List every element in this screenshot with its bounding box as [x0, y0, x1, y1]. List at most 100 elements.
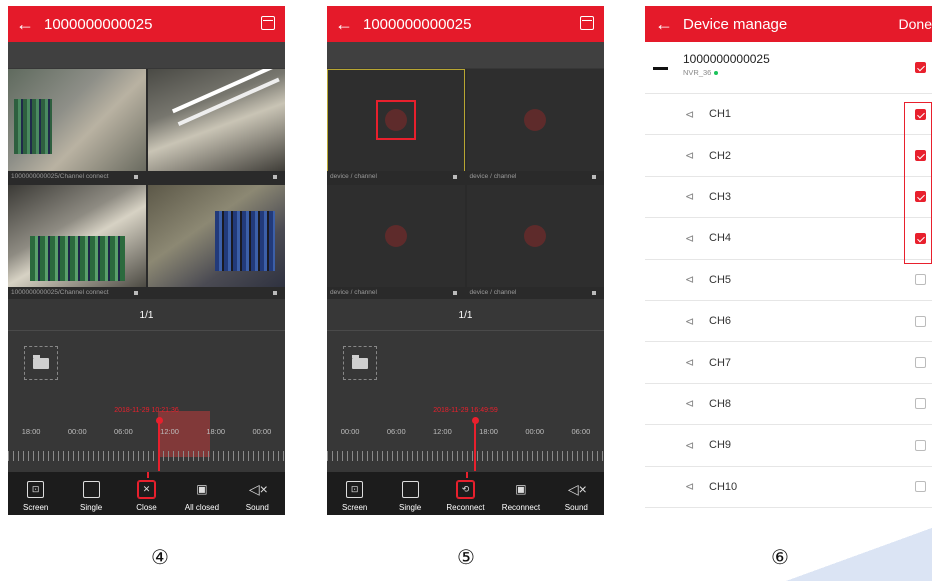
- calendar-icon[interactable]: [261, 16, 275, 30]
- tool-label: Sound: [245, 503, 269, 512]
- screen-button[interactable]: ⊡ Screen: [8, 472, 63, 515]
- status-dot-icon: [592, 175, 596, 179]
- video-cell-3[interactable]: device / channel: [327, 185, 465, 299]
- camera-feed-image: [147, 69, 285, 171]
- channel-checkbox[interactable]: [915, 439, 926, 451]
- player-area: 1000000000025/Channel connect 1000000000…: [8, 42, 285, 515]
- device-row[interactable]: 1000000000025 NVR_36: [645, 42, 932, 94]
- device-checkbox[interactable]: [915, 62, 926, 73]
- reconnect-button[interactable]: ⟲ Reconnect: [438, 472, 493, 515]
- channel-row[interactable]: ⊲ CH2: [645, 135, 932, 177]
- tick-label: 06:00: [386, 427, 406, 436]
- channel-checkbox[interactable]: [915, 357, 926, 369]
- recording-thumbnail[interactable]: [24, 346, 58, 380]
- single-button[interactable]: Single: [382, 472, 437, 515]
- camera-icon: ⊲: [685, 108, 695, 121]
- playhead-marker[interactable]: [158, 421, 160, 471]
- tool-label: Reconnect: [446, 503, 485, 512]
- cell-label-text: device / channel: [469, 289, 517, 296]
- video-cell-3[interactable]: 1000000000025/Channel connect: [8, 185, 146, 299]
- video-cell-1[interactable]: 1000000000025/Channel connect: [8, 69, 146, 183]
- sound-mute-icon: ◁×: [248, 481, 268, 497]
- channel-list: ⊲ CH1 ⊲ CH2 ⊲ CH3 ⊲ CH4 ⊲ CH5 ⊲ CH6 ⊲ CH7 ⊲ CH8 ⊲ CH9 ⊲ CH1…: [645, 94, 932, 508]
- all-closed-icon: ▣: [196, 482, 208, 496]
- camera-icon: ⊲: [685, 274, 695, 287]
- timeline[interactable]: 2018-11-29 10:21:36 18:00 00:00 06:00 12…: [8, 397, 285, 472]
- channel-row[interactable]: ⊲ CH3: [645, 177, 932, 219]
- cell-label: device / channel: [327, 287, 465, 299]
- timeline-timestamp: 2018-11-29 10:21:36: [114, 407, 179, 414]
- tick-label: 06:00: [114, 427, 133, 436]
- tick-label: 18:00: [479, 427, 498, 436]
- tick-label: 00:00: [525, 427, 545, 436]
- channel-checkbox[interactable]: [915, 274, 926, 286]
- sound-button[interactable]: ◁× Sound: [549, 472, 604, 515]
- video-cell-4[interactable]: device / channel: [466, 185, 604, 299]
- channel-row[interactable]: ⊲ CH8: [645, 384, 932, 426]
- all-closed-button[interactable]: ▣ All closed: [174, 472, 229, 515]
- video-cell-4[interactable]: [147, 185, 285, 299]
- channel-checkbox[interactable]: [915, 481, 926, 493]
- timeline[interactable]: 2018-11-29 16:49:59 00:00 06:00 12:00 18…: [327, 397, 604, 472]
- reconnect-all-button[interactable]: ▣ Reconnect: [493, 472, 548, 515]
- tool-label: Single: [79, 503, 103, 512]
- channel-row[interactable]: ⊲ CH1: [645, 94, 932, 136]
- tick-label: 00:00: [252, 427, 272, 436]
- channel-row[interactable]: ⊲ CH4: [645, 218, 932, 260]
- top-bar: ← 1000000000025: [327, 6, 604, 42]
- channel-row[interactable]: ⊲ CH5: [645, 260, 932, 301]
- channel-checkbox[interactable]: [915, 315, 926, 327]
- back-arrow-icon[interactable]: ←: [335, 14, 353, 35]
- status-dot-icon: [273, 175, 277, 179]
- online-dot-icon: [714, 71, 719, 76]
- single-button[interactable]: Single: [63, 472, 118, 515]
- cell-label-text: 1000000000025/Channel connect: [11, 289, 109, 296]
- tick-label: 18:00: [206, 427, 226, 436]
- spacer-strip: [327, 42, 604, 68]
- video-cell-1[interactable]: device / channel: [327, 69, 465, 183]
- cell-label: device / channel: [466, 171, 604, 183]
- bottom-toolbar: ⊡ Screen Single ✕ Close ▣ All closed ◁× Soun…: [8, 472, 285, 515]
- tick-label: 06:00: [571, 427, 591, 436]
- status-dot-icon: [133, 291, 138, 295]
- top-bar: ← 1000000000025: [8, 6, 285, 42]
- calendar-icon[interactable]: [580, 16, 594, 30]
- video-cell-2[interactable]: device / channel: [466, 69, 604, 183]
- reconnect-all-icon: ▣: [515, 482, 527, 496]
- channel-row[interactable]: ⊲ CH7: [645, 342, 932, 384]
- cell-label: [147, 171, 285, 183]
- camera-feed-image: [147, 185, 285, 287]
- playhead-dot: [471, 417, 479, 424]
- tool-label: Reconnect: [501, 503, 541, 512]
- status-dot-icon: [452, 291, 457, 295]
- screen-button[interactable]: ⊡ Screen: [327, 472, 382, 515]
- playhead-marker[interactable]: [474, 421, 476, 471]
- channel-row[interactable]: ⊲ CH9: [645, 425, 932, 467]
- back-arrow-icon[interactable]: ←: [16, 14, 34, 35]
- channel-row[interactable]: ⊲ CH10: [645, 467, 932, 508]
- page-title: Device manage: [683, 15, 788, 33]
- cell-label-text: 1000000000025/Channel connect: [11, 173, 109, 180]
- collapse-icon[interactable]: [653, 67, 668, 70]
- empty-channel-icon: [524, 225, 547, 248]
- recording-thumbnail[interactable]: [343, 346, 377, 380]
- sound-button[interactable]: ◁× Sound: [230, 472, 285, 515]
- channel-checkbox[interactable]: [915, 398, 926, 410]
- back-arrow-icon[interactable]: ←: [655, 14, 673, 35]
- channel-row[interactable]: ⊲ CH6: [645, 301, 932, 343]
- camera-icon: ⊲: [685, 357, 695, 370]
- player-area: device / channel device / channel device…: [327, 42, 604, 515]
- folder-icon: [33, 354, 49, 369]
- video-cell-2[interactable]: [147, 69, 285, 183]
- channel-name: CH3: [709, 190, 732, 203]
- page-indicator: 1/1: [458, 310, 473, 321]
- close-button[interactable]: ✕ Close: [119, 472, 174, 515]
- cell-label-text: device / channel: [469, 173, 517, 180]
- tick-label: 00:00: [67, 427, 87, 436]
- step-number: ④: [151, 545, 169, 569]
- done-button[interactable]: Done: [899, 16, 932, 32]
- tick-label: 00:00: [340, 427, 360, 436]
- bottom-toolbar: ⊡ Screen Single ⟲ Reconnect ▣ Reconnect ◁× S…: [327, 472, 604, 515]
- channel-name: CH2: [709, 149, 732, 162]
- timeline-ticks: 00:00 06:00 12:00 18:00 00:00 06:00: [327, 427, 604, 436]
